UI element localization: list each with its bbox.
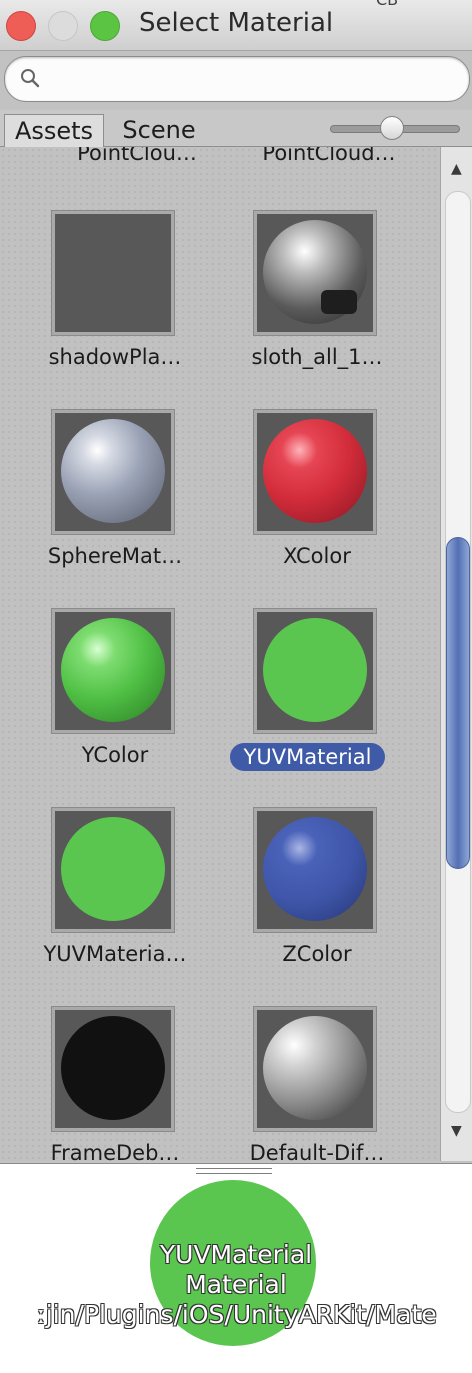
asset-grid: PointClou… PointCloud… shadowPla… sloth_…: [0, 147, 440, 1161]
asset-item[interactable]: ZColor: [232, 808, 412, 998]
sphere-preview: [263, 618, 367, 722]
asset-item[interactable]: PointClou…: [52, 147, 232, 197]
asset-label: ZColor: [282, 942, 352, 966]
material-thumbnail: [254, 808, 376, 932]
asset-item[interactable]: XColor: [232, 410, 412, 600]
material-thumbnail: [254, 609, 376, 733]
resize-grip-line: [196, 1173, 272, 1174]
material-thumbnail: [254, 410, 376, 534]
preview-pane: YUVMaterial Material ːjin/Plugins/iOS/Un…: [0, 1163, 472, 1373]
preview-asset-path: ːjin/Plugins/iOS/UnityARKit/Mate: [37, 1300, 437, 1329]
vertical-scrollbar[interactable]: ▲ ▼: [440, 147, 472, 1161]
asset-item[interactable]: SphereMat…: [30, 410, 210, 600]
search-field[interactable]: [4, 56, 470, 102]
material-thumbnail: [52, 410, 174, 534]
tab-scene[interactable]: Scene: [110, 114, 208, 146]
material-thumbnail: [52, 211, 174, 335]
material-thumbnail: [254, 211, 376, 335]
asset-label-selected: YUVMaterial: [230, 743, 385, 771]
asset-label: PointCloud…: [262, 147, 396, 165]
preview-asset-type: Material: [185, 1270, 287, 1299]
scroll-down-arrow-icon[interactable]: ▼: [451, 1123, 462, 1139]
scrollbar-thumb[interactable]: [446, 537, 470, 869]
material-thumbnail: [254, 1007, 376, 1131]
asset-label: Default-Dif…: [249, 1141, 385, 1161]
asset-item[interactable]: YUVMateria…: [30, 808, 210, 998]
material-thumbnail: [52, 1007, 174, 1131]
title-bar: Select Material CB: [0, 0, 472, 51]
window-title: Select Material: [139, 8, 334, 38]
asset-label: sloth_all_1…: [251, 345, 383, 369]
asset-item[interactable]: sloth_all_1…: [232, 211, 412, 401]
sphere-preview: [61, 419, 165, 523]
asset-label: SphereMat…: [47, 544, 183, 568]
asset-item[interactable]: FrameDeb…: [30, 1007, 210, 1161]
asset-label: PointClou…: [77, 147, 197, 165]
zoom-slider-thumb[interactable]: [380, 116, 404, 140]
sphere-preview: [263, 419, 367, 523]
sphere-preview: [61, 1016, 165, 1120]
tab-assets[interactable]: Assets: [4, 114, 104, 147]
asset-label: FrameDeb…: [50, 1141, 180, 1161]
asset-label: XColor: [283, 544, 351, 568]
material-thumbnail: [52, 808, 174, 932]
asset-label: YColor: [81, 743, 149, 767]
sphere-preview: [61, 618, 165, 722]
close-window-button[interactable]: [6, 11, 36, 41]
search-icon: [21, 69, 40, 88]
asset-item[interactable]: shadowPla…: [30, 211, 210, 401]
resize-grip[interactable]: [196, 1168, 272, 1169]
asset-item[interactable]: Default-Dif…: [232, 1007, 412, 1161]
asset-item[interactable]: YColor: [30, 609, 210, 799]
asset-item[interactable]: PointCloud…: [244, 147, 424, 197]
asset-item[interactable]: YUVMaterial: [230, 609, 412, 799]
preview-asset-name: YUVMaterial: [159, 1240, 313, 1269]
minimize-window-button[interactable]: [48, 11, 78, 41]
search-input[interactable]: [49, 63, 453, 95]
scroll-up-arrow-icon[interactable]: ▲: [451, 161, 462, 177]
sphere-preview: [61, 817, 165, 921]
sphere-preview: [263, 1016, 367, 1120]
material-thumbnail: [52, 609, 174, 733]
asset-label: shadowPla…: [48, 345, 182, 369]
zoom-window-button[interactable]: [90, 11, 120, 41]
window-title-fragment: CB: [376, 0, 398, 9]
sphere-preview: [263, 817, 367, 921]
sphere-preview: [263, 220, 367, 324]
asset-label: YUVMateria…: [43, 942, 187, 966]
